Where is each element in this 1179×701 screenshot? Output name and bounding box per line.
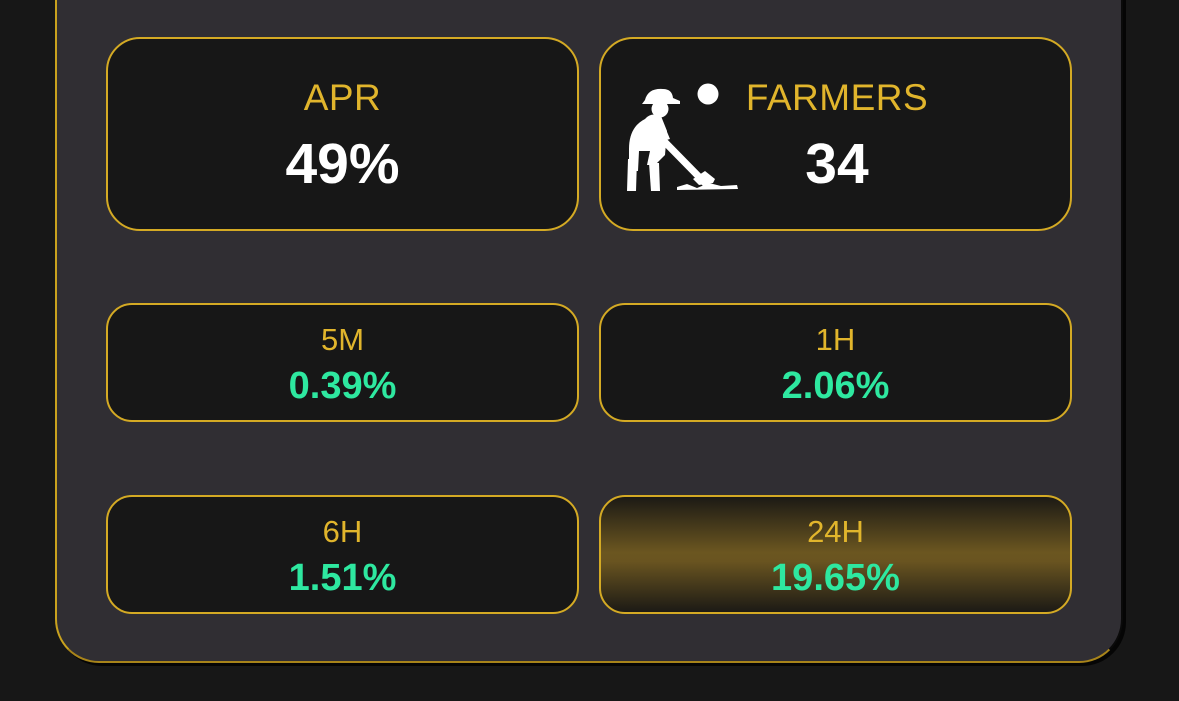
apr-value: 49% — [285, 132, 400, 196]
apr-label: APR — [303, 77, 382, 118]
change-card-24h: 24H 19.65% — [599, 495, 1072, 614]
farmers-label: FARMERS — [745, 77, 929, 118]
change-card-1h: 1H 2.06% — [599, 303, 1072, 422]
farmer-icon — [627, 83, 738, 191]
change-value-24h: 19.65% — [771, 557, 900, 599]
change-value-5m: 0.39% — [288, 365, 397, 407]
apr-card: APR 49% — [106, 37, 579, 231]
change-label-6h: 6H — [322, 514, 363, 549]
farmers-count: 34 — [805, 132, 869, 196]
change-card-5m: 5M 0.39% — [106, 303, 579, 422]
change-card-6h: 6H 1.51% — [106, 495, 579, 614]
change-label-1h: 1H — [815, 322, 856, 357]
change-label-5m: 5M — [320, 322, 365, 357]
change-value-1h: 2.06% — [781, 365, 890, 407]
change-label-24h: 24H — [807, 514, 864, 549]
farmers-card: FARMERS 34 — [599, 37, 1072, 231]
change-value-6h: 1.51% — [288, 557, 397, 599]
